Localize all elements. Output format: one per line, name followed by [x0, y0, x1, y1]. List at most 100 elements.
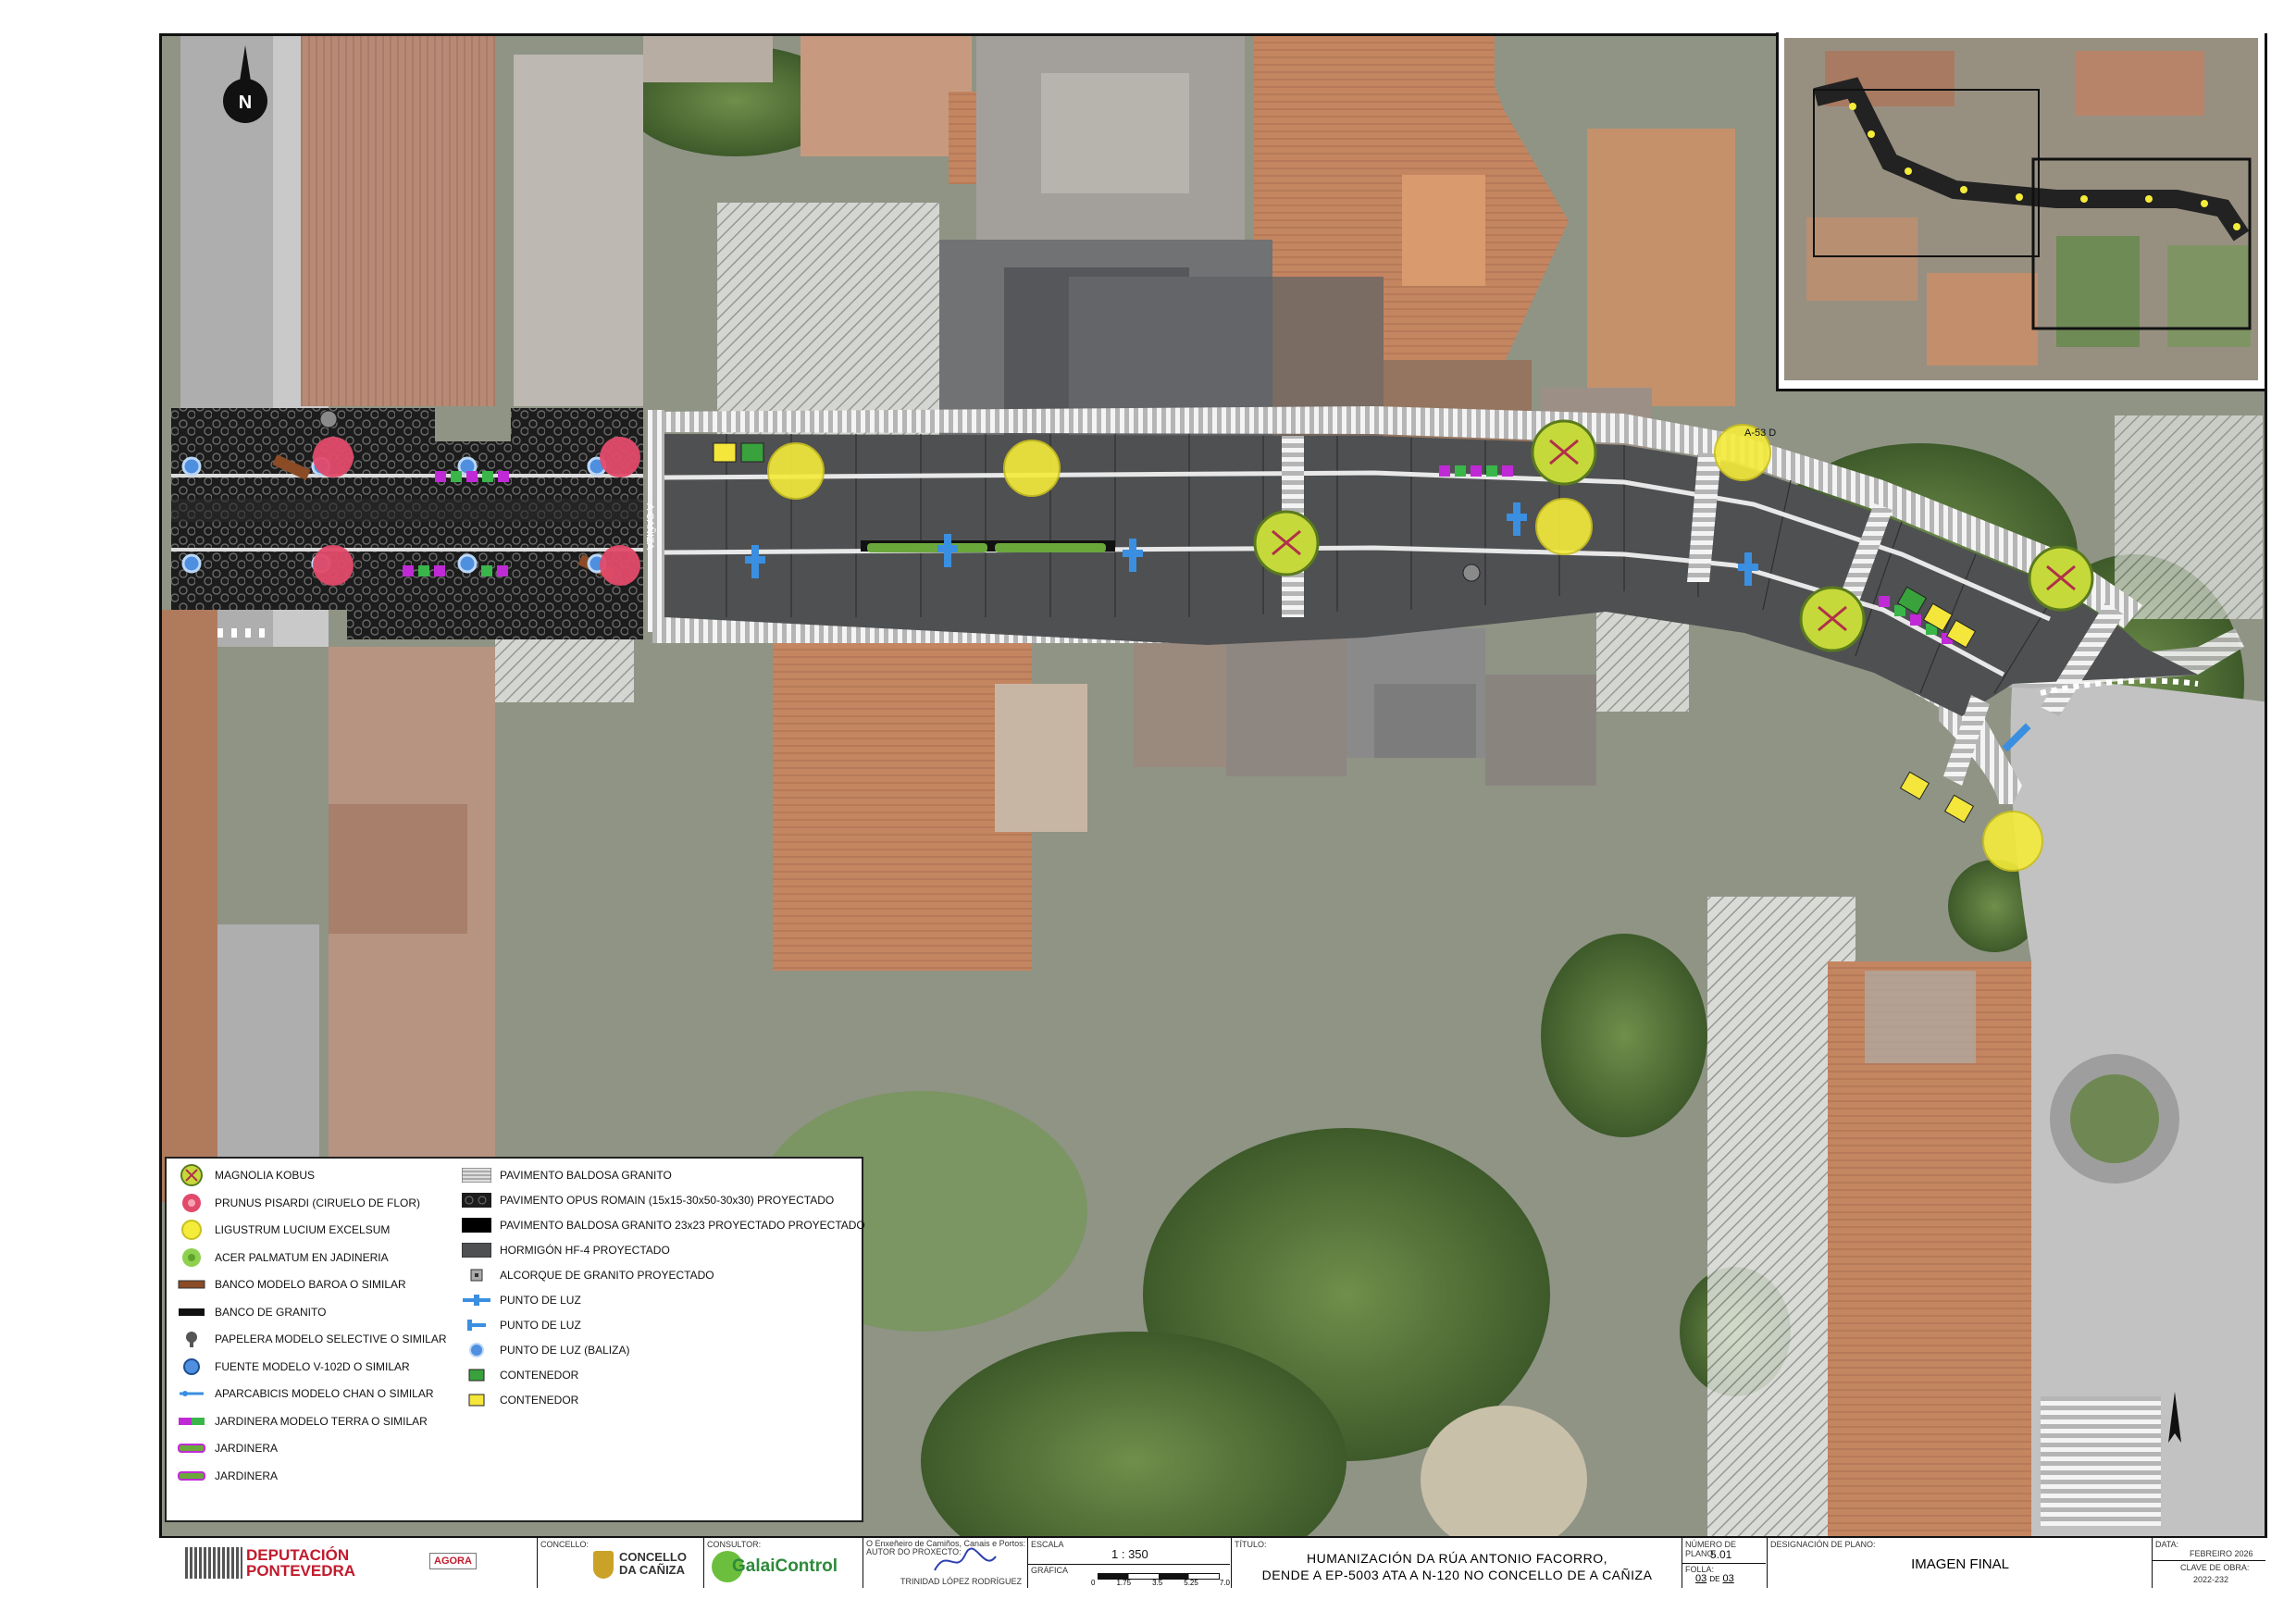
ligustrum-tree-icon — [176, 1220, 207, 1240]
container-yellow-icon — [461, 1391, 492, 1409]
consultor-name: GalaiControl — [732, 1556, 838, 1576]
sheet-total: 03 — [1722, 1573, 1734, 1584]
legend-item: BANCO MODELO BAROA O SIMILAR — [176, 1275, 406, 1294]
legend-item: LIGUSTRUM LUCIUM EXCELSUM — [176, 1220, 391, 1240]
prunus-tree-icon — [176, 1193, 207, 1212]
legend-item: PAPELERA MODELO SELECTIVE O SIMILAR — [176, 1330, 447, 1348]
granite-paving-swatch — [461, 1166, 492, 1184]
legend-label: HORMIGÓN HF-4 PROYECTADO — [500, 1244, 670, 1257]
magnolia-tree-icon — [176, 1164, 207, 1186]
legend-item: FUENTE MODELO V-102D O SIMILAR — [176, 1357, 410, 1376]
litter-bin-icon — [176, 1330, 207, 1348]
date-cell: DATA: FEBREIRO 2026 CLAVE DE OBRA: 2022-… — [2153, 1538, 2265, 1588]
author-cell: O Enxeñeiro de Camiños, Canais e Portos:… — [863, 1538, 1028, 1588]
legend-label: PAVIMENTO OPUS ROMAIN (15x15-30x50-30x30… — [500, 1194, 835, 1207]
legend-item: PUNTO DE LUZ — [461, 1316, 581, 1334]
legend-label: PUNTO DE LUZ — [500, 1294, 581, 1307]
scale-value: 1 : 350 — [1111, 1547, 1148, 1561]
container-green-icon — [461, 1366, 492, 1384]
legend-item: APARCABICIS MODELO CHAN O SIMILAR — [176, 1384, 434, 1403]
signature-icon — [934, 1547, 997, 1571]
legend-item: HORMIGÓN HF-4 PROYECTADO — [461, 1241, 670, 1259]
concello-name: CONCELLO DA CAÑIZA — [619, 1550, 687, 1577]
designation-caption: DESIGNACIÓN DE PLANO: — [1770, 1540, 1876, 1549]
date-caption: DATA: — [2155, 1540, 2179, 1549]
legend-item: PUNTO DE LUZ (BALIZA) — [461, 1341, 629, 1359]
scale-tick: 3.5 — [1152, 1579, 1163, 1587]
inset-map — [1784, 38, 2258, 380]
bike-rack-icon — [176, 1384, 207, 1403]
scale-caption: ESCALA — [1031, 1540, 1064, 1549]
legend: MAGNOLIA KOBUS PRUNUS PISARDI (CIRUELO DE… — [165, 1157, 865, 1522]
legend-item: MAGNOLIA KOBUS — [176, 1164, 316, 1186]
legend-item: PRUNUS PISARDI (CIRUELO DE FLOR) — [176, 1193, 421, 1212]
scale-tick: 0 — [1091, 1579, 1096, 1587]
legend-item: PAVIMENTO BALDOSA GRANITO 23x23 PROYECTA… — [461, 1216, 865, 1234]
legend-label: LIGUSTRUM LUCIUM EXCELSUM — [215, 1223, 391, 1236]
street-label: A CAÑIZA — [644, 503, 656, 551]
legend-label: JARDINERA MODELO TERRA O SIMILAR — [215, 1414, 428, 1428]
agora-logo: AGORA — [429, 1553, 477, 1569]
legend-label: PUNTO DE LUZ (BALIZA) — [500, 1344, 630, 1357]
planters — [867, 543, 1106, 552]
scale-cell: ESCALA 1 : 350 GRÁFICA 0 1.75 3.5 5.25 7.0 — [1028, 1538, 1232, 1588]
legend-label: PAVIMENTO BALDOSA GRANITO — [500, 1169, 672, 1182]
legend-label: PAVIMENTO BALDOSA GRANITO 23x23 PROYECTA… — [500, 1219, 865, 1232]
legend-label: PRUNUS PISARDI (CIRUELO DE FLOR) — [215, 1196, 421, 1209]
legend-item: JARDINERA MODELO TERRA O SIMILAR — [176, 1412, 428, 1431]
sheet-of: DE — [1709, 1575, 1720, 1583]
legend-label: ALCORQUE DE GRANITO PROYECTADO — [500, 1269, 714, 1282]
legend-label: FUENTE MODELO V-102D O SIMILAR — [215, 1359, 410, 1373]
scale-tick: 1.75 — [1116, 1579, 1132, 1587]
legend-label: APARCABICIS MODELO CHAN O SIMILAR — [215, 1387, 434, 1400]
acer-tree-icon — [176, 1247, 207, 1267]
legend-label: JARDINERA — [215, 1469, 279, 1482]
tree-pit-icon — [461, 1266, 492, 1284]
sheet-count: 03 DE 03 — [1695, 1573, 1734, 1584]
legend-item: PAVIMENTO BALDOSA GRANITO — [461, 1166, 672, 1184]
sheet-number-cell: NÚMERO DE PLANO: 5.01 FOLLA: 03 DE 03 — [1682, 1538, 1768, 1588]
graphic-scale-caption: GRÁFICA — [1031, 1566, 1069, 1575]
concrete-swatch — [461, 1241, 492, 1259]
opus-romain-swatch — [461, 1191, 492, 1209]
legend-item: CONTENEDOR — [461, 1366, 578, 1384]
client-cell: DEPUTACIÓN PONTEVEDRA AGORA — [159, 1538, 538, 1588]
legend-item: PAVIMENTO OPUS ROMAIN (15x15-30x50-30x30… — [461, 1191, 834, 1209]
legend-label: BANCO MODELO BAROA O SIMILAR — [215, 1278, 406, 1291]
sheet-number: 5.01 — [1710, 1548, 1732, 1561]
granite-bench-icon — [176, 1303, 207, 1321]
date-value: FEBREIRO 2026 — [2190, 1549, 2253, 1558]
map-small-label: A-53 D — [1744, 428, 1776, 439]
fountain-icon — [176, 1357, 207, 1376]
work-code-value: 2022-232 — [2193, 1575, 2229, 1584]
legend-label: MAGNOLIA KOBUS — [215, 1169, 316, 1182]
designation-value: IMAGEN FINAL — [1911, 1556, 2009, 1572]
legend-item: ACER PALMATUM EN JADINERIA — [176, 1247, 389, 1267]
title-block: DEPUTACIÓN PONTEVEDRA AGORA CONCELLO: CO… — [159, 1536, 2267, 1588]
location-inset — [1776, 32, 2265, 391]
legend-label: CONTENEDOR — [500, 1394, 579, 1407]
street-light-icon — [461, 1316, 492, 1334]
legend-label: CONTENEDOR — [500, 1369, 579, 1382]
legend-label: BANCO DE GRANITO — [215, 1305, 327, 1319]
planter-icon — [176, 1439, 207, 1457]
planter-icon — [176, 1467, 207, 1485]
legend-label: PAPELERA MODELO SELECTIVE O SIMILAR — [215, 1333, 447, 1345]
legend-item: CONTENEDOR — [461, 1391, 578, 1409]
north-letter: N — [239, 93, 252, 113]
consultor-caption: CONSULTOR: — [707, 1540, 762, 1549]
concello-caption: CONCELLO: — [540, 1540, 590, 1549]
concello-shield-icon — [593, 1551, 614, 1579]
legend-item: JARDINERA — [176, 1439, 278, 1457]
roundabout — [2010, 675, 2265, 1585]
bollard-light-icon — [461, 1341, 492, 1359]
designation-cell: DESIGNACIÓN DE PLANO: IMAGEN FINAL — [1768, 1538, 2153, 1588]
deputacion-name: DEPUTACIÓN PONTEVEDRA — [246, 1546, 356, 1580]
planter-terra-icon — [176, 1412, 207, 1431]
scale-tick: 5.25 — [1184, 1579, 1198, 1587]
granite-23-swatch — [461, 1216, 492, 1234]
legend-item: JARDINERA — [176, 1467, 278, 1485]
legend-item: PUNTO DE LUZ — [461, 1291, 581, 1309]
sheet-current: 03 — [1695, 1573, 1707, 1584]
bench-baroa-icon — [176, 1275, 207, 1294]
